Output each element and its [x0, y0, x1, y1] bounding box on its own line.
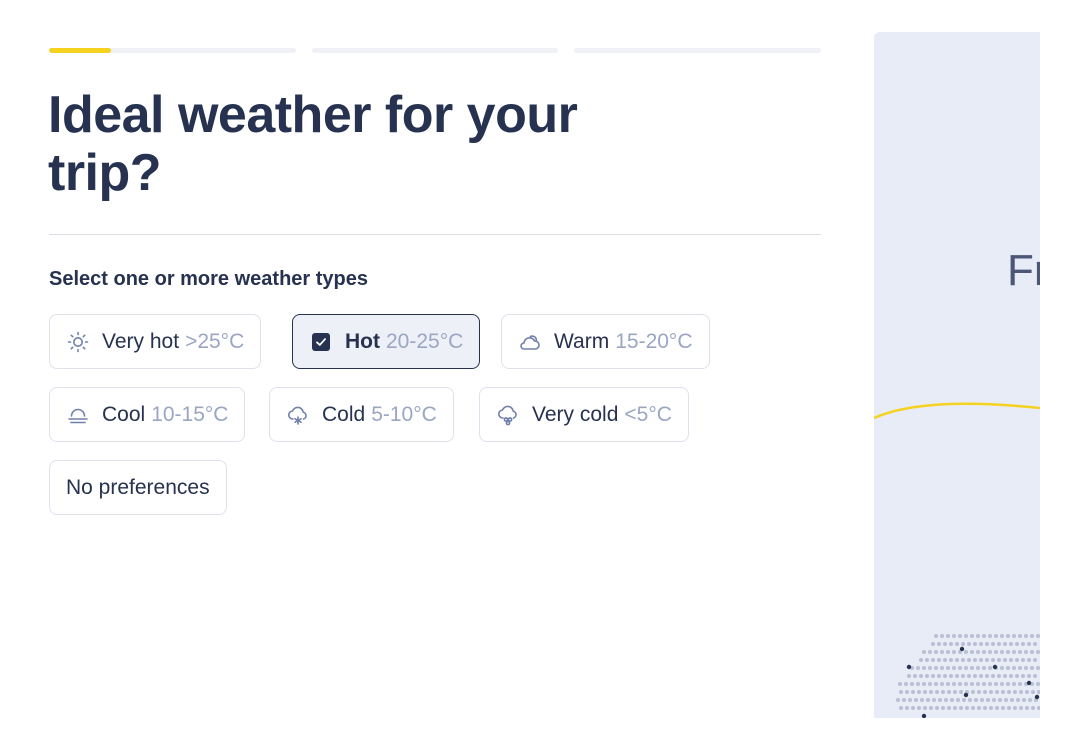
section-subtitle: Select one or more weather types [49, 268, 369, 290]
sun-icon [66, 330, 90, 354]
option-cool-button[interactable]: Cool 10-15°C [49, 387, 246, 442]
option-label: No preferences [66, 475, 210, 499]
progress-bar [49, 48, 822, 54]
page-title: Ideal weather for your trip? [48, 86, 578, 202]
option-label: Cold [322, 402, 366, 426]
option-range: 10-15°C [151, 402, 229, 426]
option-range: 20-25°C [386, 329, 464, 353]
progress-step-1 [49, 48, 296, 53]
option-range: 5-10°C [371, 402, 437, 426]
option-range: >25°C [185, 329, 245, 353]
cloud-snow-icon [286, 403, 310, 427]
option-label: Very cold [532, 402, 619, 426]
side-panel-heading: Fr [1007, 246, 1040, 295]
option-warm-button[interactable]: Warm 15-20°C [501, 314, 710, 369]
fog-icon [66, 403, 90, 427]
progress-step-1-fill [49, 48, 111, 53]
option-hot-button[interactable]: Hot 20-25°C [292, 314, 481, 369]
option-label: Hot [345, 329, 380, 353]
option-label: Cool [102, 402, 146, 426]
option-cold-button[interactable]: Cold 5-10°C [269, 387, 454, 442]
option-range: 15-20°C [615, 329, 693, 353]
side-panel: Fr [874, 32, 1040, 718]
progress-step-3 [574, 48, 822, 53]
checkbox-checked-icon [309, 330, 333, 354]
progress-step-2 [311, 48, 559, 53]
option-very-hot-button[interactable]: Very hot >25°C [49, 314, 262, 369]
cloud-heavy-snow-icon [496, 403, 520, 427]
side-panel-illustration [874, 402, 1040, 718]
option-no-preferences-button[interactable]: No preferences [49, 460, 227, 515]
option-range: <5°C [624, 402, 672, 426]
option-label: Very hot [102, 329, 180, 353]
option-label: Warm [554, 329, 610, 353]
option-very-cold-button[interactable]: Very cold <5°C [479, 387, 689, 442]
divider [49, 234, 821, 235]
sun-cloud-icon [518, 330, 542, 354]
